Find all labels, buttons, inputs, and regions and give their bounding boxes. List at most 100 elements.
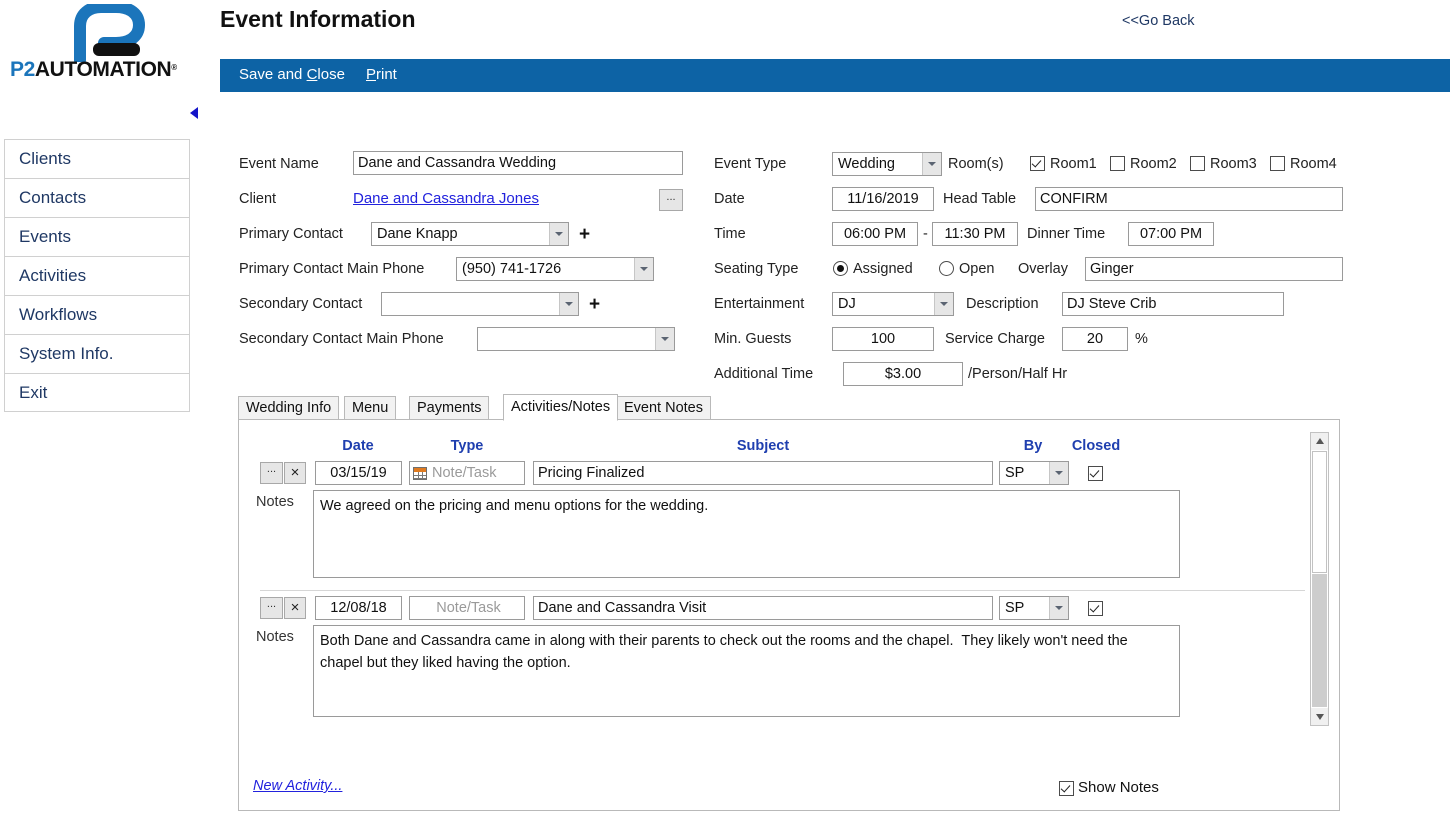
seating-type-label: Seating Type xyxy=(714,261,799,277)
tab-activities-notes[interactable]: Activities/Notes xyxy=(503,394,619,421)
show-notes-checkbox[interactable] xyxy=(1059,781,1074,796)
room1-checkbox[interactable] xyxy=(1030,156,1045,171)
notes-label: Notes xyxy=(256,494,294,510)
row-by-value: SP xyxy=(1005,600,1025,616)
time-label: Time xyxy=(714,226,746,242)
room2-label: Room2 xyxy=(1130,156,1177,172)
entertainment-value: DJ xyxy=(838,296,856,312)
rooms-label: Room(s) xyxy=(948,156,1004,172)
primary-phone-select[interactable]: (950) 741-1726 xyxy=(456,257,654,281)
row-browse-button[interactable]: ... xyxy=(260,462,283,484)
column-header-subject: Subject xyxy=(736,438,790,454)
scroll-down-caret-down-icon[interactable] xyxy=(1311,708,1328,725)
row-subject-input[interactable] xyxy=(533,596,993,620)
event-name-input[interactable] xyxy=(353,151,683,175)
column-header-by: By xyxy=(1023,438,1043,454)
service-charge-label: Service Charge xyxy=(945,331,1045,347)
row-by-select[interactable]: SP xyxy=(999,596,1069,620)
row-browse-button[interactable]: ... xyxy=(260,597,283,619)
row-type-placeholder: Note/Task xyxy=(436,600,501,616)
scroll-up-caret-up-icon[interactable] xyxy=(1311,433,1328,450)
tab-payments[interactable]: Payments xyxy=(409,396,490,420)
row-closed-checkbox[interactable] xyxy=(1088,466,1103,481)
row-delete-button[interactable]: × xyxy=(284,462,306,484)
seating-open-label: Open xyxy=(959,261,995,277)
add-primary-contact-button[interactable]: + xyxy=(579,224,590,246)
row-notes-textarea[interactable]: We agreed on the pricing and menu option… xyxy=(313,490,1180,578)
seating-open-radio[interactable] xyxy=(939,261,954,276)
seating-assigned-radio[interactable] xyxy=(833,261,848,276)
time-end-input[interactable] xyxy=(932,222,1018,246)
notes-label: Notes xyxy=(256,629,294,645)
tab-event-notes[interactable]: Event Notes xyxy=(616,396,711,420)
row-notes-textarea[interactable]: Both Dane and Cassandra came in along wi… xyxy=(313,625,1180,717)
grid-table-icon xyxy=(413,466,427,480)
client-link[interactable]: Dane and Cassandra Jones xyxy=(353,190,539,207)
activities-scrollbar[interactable] xyxy=(1310,432,1329,726)
event-type-label: Event Type xyxy=(714,156,787,172)
dinner-time-label: Dinner Time xyxy=(1027,226,1106,242)
primary-contact-select[interactable]: Dane Knapp xyxy=(371,222,569,246)
chevron-down-icon xyxy=(1049,462,1068,484)
room4-label: Room4 xyxy=(1290,156,1337,172)
show-notes-label: Show Notes xyxy=(1078,779,1159,796)
room4-checkbox[interactable] xyxy=(1270,156,1285,171)
room3-label: Room3 xyxy=(1210,156,1257,172)
chevron-down-icon xyxy=(934,293,953,315)
row-type-select[interactable]: Note/Task xyxy=(409,461,525,485)
date-input[interactable] xyxy=(832,187,934,211)
client-browse-button[interactable]: ... xyxy=(659,189,683,211)
event-type-value: Wedding xyxy=(838,156,895,172)
primary-contact-value: Dane Knapp xyxy=(377,226,458,242)
chevron-down-icon xyxy=(1049,597,1068,619)
row-divider xyxy=(260,590,1305,591)
dinner-time-input[interactable] xyxy=(1128,222,1214,246)
column-header-date: Date xyxy=(342,438,374,454)
service-charge-input[interactable] xyxy=(1062,327,1128,351)
event-name-label: Event Name xyxy=(239,156,319,172)
primary-phone-label: Primary Contact Main Phone xyxy=(239,261,425,277)
row-by-value: SP xyxy=(1005,465,1025,481)
column-header-type: Type xyxy=(450,438,484,454)
secondary-phone-select[interactable] xyxy=(477,327,675,351)
row-delete-button[interactable]: × xyxy=(284,597,306,619)
row-date-input[interactable] xyxy=(315,461,402,485)
client-label: Client xyxy=(239,191,277,207)
additional-time-input[interactable] xyxy=(843,362,963,386)
entertainment-select[interactable]: DJ xyxy=(832,292,954,316)
chevron-down-icon xyxy=(922,153,941,175)
service-charge-unit: % xyxy=(1135,331,1148,347)
scrollbar-track[interactable] xyxy=(1312,574,1327,707)
secondary-contact-label: Secondary Contact xyxy=(239,296,363,312)
row-date-input[interactable] xyxy=(315,596,402,620)
time-start-input[interactable] xyxy=(832,222,918,246)
room2-checkbox[interactable] xyxy=(1110,156,1125,171)
head-table-label: Head Table xyxy=(943,191,1017,207)
add-secondary-contact-button[interactable]: + xyxy=(589,294,600,316)
tab-menu[interactable]: Menu xyxy=(344,396,397,420)
row-type-select[interactable]: Note/Task xyxy=(409,596,525,620)
secondary-phone-label: Secondary Contact Main Phone xyxy=(239,331,444,347)
column-header-closed: Closed xyxy=(1071,438,1121,454)
overlay-label: Overlay xyxy=(1018,261,1068,277)
row-by-select[interactable]: SP xyxy=(999,461,1069,485)
event-information-page: P2AUTOMATION® Event Information <<Go Bac… xyxy=(0,0,1450,828)
event-type-select[interactable]: Wedding xyxy=(832,152,942,176)
new-activity-link[interactable]: New Activity... xyxy=(253,778,342,794)
time-range-dash: - xyxy=(923,226,928,242)
scrollbar-thumb[interactable] xyxy=(1312,451,1327,573)
row-subject-input[interactable] xyxy=(533,461,993,485)
additional-time-label: Additional Time xyxy=(714,366,814,382)
row-closed-checkbox[interactable] xyxy=(1088,601,1103,616)
min-guests-label: Min. Guests xyxy=(714,331,792,347)
overlay-input[interactable] xyxy=(1085,257,1343,281)
description-input[interactable] xyxy=(1062,292,1284,316)
primary-contact-label: Primary Contact xyxy=(239,226,343,242)
chevron-down-icon xyxy=(549,223,568,245)
secondary-contact-select[interactable] xyxy=(381,292,579,316)
entertainment-label: Entertainment xyxy=(714,296,805,312)
tab-wedding-info[interactable]: Wedding Info xyxy=(238,396,340,420)
room3-checkbox[interactable] xyxy=(1190,156,1205,171)
head-table-input[interactable] xyxy=(1035,187,1343,211)
min-guests-input[interactable] xyxy=(832,327,934,351)
